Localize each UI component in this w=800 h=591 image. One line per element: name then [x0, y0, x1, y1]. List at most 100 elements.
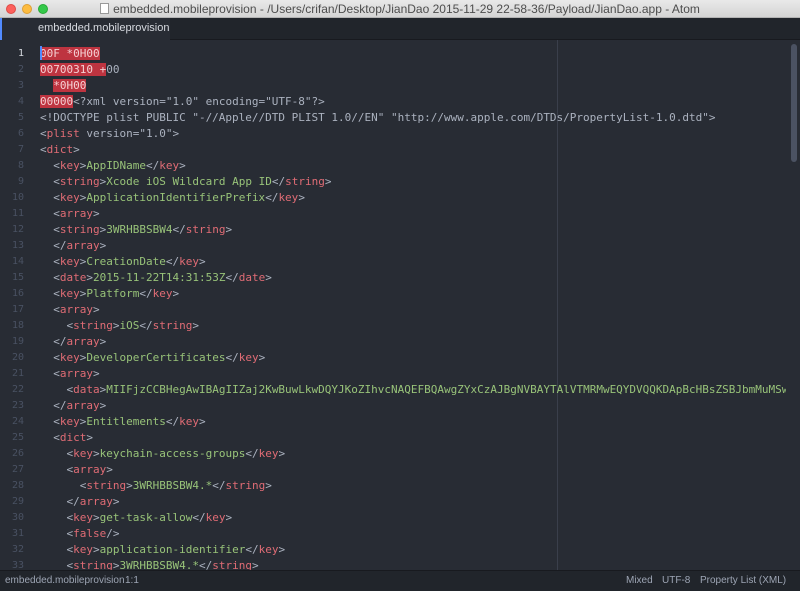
code-punctuation: < — [40, 159, 60, 172]
code-punctuation: > — [278, 447, 286, 460]
xml-tag-name: date — [59, 271, 87, 284]
code-line: <plist version="1.0"> — [40, 126, 179, 142]
code-line: <array> — [40, 302, 99, 318]
status-file-name[interactable]: embedded.mobileprovision — [5, 575, 125, 586]
vertical-scrollbar[interactable] — [786, 40, 800, 570]
code-punctuation: </ — [192, 511, 206, 524]
line-number: 31 — [11, 528, 24, 539]
code-line: <dict> — [40, 142, 80, 158]
line-number: 22 — [11, 384, 24, 395]
code-punctuation: < — [40, 143, 47, 156]
code-line: <array> — [40, 206, 100, 222]
document-icon — [100, 3, 110, 14]
editor-pane[interactable]: 1 2 3 4 5 6 7 8 9 10 11 12 13 14 15 16 17 18 19 20 21 22 23 24 2… — [0, 40, 800, 570]
code-punctuation: <!DOCTYPE plist PUBLIC "-//Apple//DTD PL… — [40, 111, 716, 124]
xml-tag-name: string — [212, 559, 252, 570]
xml-tag-name: dict — [46, 143, 74, 156]
scrollbar-thumb[interactable] — [791, 44, 797, 162]
status-cursor-position[interactable]: 1:1 — [125, 575, 139, 586]
tab-embedded-mobileprovision[interactable]: embedded.mobileprovision — [0, 18, 170, 40]
window-title-text: embedded.mobileprovision - /Users/crifan… — [113, 2, 700, 16]
code-punctuation: version="1.0"> — [79, 127, 180, 140]
code-line: </array> — [40, 334, 106, 350]
xml-tag-name: string — [86, 479, 127, 492]
code-punctuation: </ — [225, 271, 239, 284]
code-punctuation: > — [324, 175, 332, 188]
code-line: 00F *0H00 — [40, 46, 100, 62]
window-titlebar: embedded.mobileprovision - /Users/crifan… — [0, 0, 800, 18]
xml-text-value: application-identifier — [99, 543, 246, 556]
code-line: <false/> — [40, 526, 119, 542]
code-line: </array> — [40, 494, 119, 510]
code-punctuation: < — [40, 303, 60, 316]
code-line: <key>Entitlements</key> — [40, 414, 205, 430]
xml-text-value: CreationDate — [86, 255, 166, 268]
code-line: <!DOCTYPE plist PUBLIC "-//Apple//DTD PL… — [40, 110, 716, 126]
code-punctuation: < — [40, 383, 74, 396]
code-punctuation: < — [40, 463, 74, 476]
code-line: <date>2015-11-22T14:31:53Z</date> — [40, 270, 272, 286]
xml-tag-name: plist — [46, 127, 80, 140]
xml-text-value: 3WRHBBSBW4 — [106, 223, 173, 236]
binary-bytes: 00F *0H00 — [40, 47, 100, 60]
code-line: <string>Xcode iOS Wildcard App ID</strin… — [40, 174, 331, 190]
code-punctuation: </ — [40, 239, 67, 252]
xml-tag-name: string — [185, 223, 226, 236]
code-punctuation: < — [40, 127, 47, 140]
xml-tag-name: key — [258, 447, 279, 460]
code-punctuation: </ — [212, 479, 226, 492]
code-punctuation: < — [40, 271, 60, 284]
xml-tag-name: array — [59, 367, 93, 380]
code-punctuation: > — [86, 271, 93, 284]
line-number: 33 — [11, 560, 24, 570]
code-punctuation: < — [40, 255, 60, 268]
code-punctuation: </ — [40, 335, 67, 348]
line-number: 17 — [11, 304, 24, 315]
line-number: 27 — [11, 464, 24, 475]
line-number: 7 — [17, 144, 24, 155]
xml-text-value: 2015-11-22T14:31:53Z — [93, 271, 226, 284]
code-punctuation: > — [86, 431, 93, 444]
xml-tag-name: array — [59, 207, 93, 220]
xml-tag-name: date — [238, 271, 266, 284]
xml-tag-name: string — [73, 559, 113, 570]
line-number: 20 — [11, 352, 24, 363]
code-punctuation: < — [40, 287, 60, 300]
code-punctuation: </ — [245, 447, 259, 460]
xml-tag-name: key — [59, 415, 80, 428]
code-punctuation: </ — [225, 351, 239, 364]
code-punctuation: < — [40, 175, 60, 188]
code-punctuation: </ — [165, 415, 180, 428]
xml-text-value: 3WRHBBSBW4.* — [132, 479, 213, 492]
code-area[interactable]: 00F *0H00 00700310 +00 *0H00 00000<?xml ve… — [40, 40, 786, 570]
code-punctuation: > — [93, 207, 100, 220]
status-line-ending[interactable]: Mixed — [626, 575, 653, 586]
code-punctuation: > — [106, 463, 113, 476]
code-punctuation: < — [40, 431, 60, 444]
xml-tag-name: key — [59, 191, 80, 204]
xml-text-value: Platform — [86, 287, 140, 300]
line-number: 29 — [11, 496, 24, 507]
code-punctuation: > — [93, 543, 100, 556]
xml-tag-name: string — [152, 319, 193, 332]
code-line: 00000<?xml version="1.0" encoding="UTF-8… — [40, 94, 325, 110]
code-punctuation: < — [40, 207, 60, 220]
xml-tag-name: array — [59, 303, 93, 316]
xml-tag-name: array — [66, 399, 100, 412]
code-punctuation: > — [172, 287, 180, 300]
code-punctuation: 00 — [106, 63, 120, 76]
line-number-gutter[interactable]: 1 2 3 4 5 6 7 8 9 10 11 12 13 14 15 16 17 18 19 20 21 22 23 24 2… — [0, 40, 30, 570]
status-grammar[interactable]: Property List (XML) — [700, 575, 786, 586]
line-number: 21 — [11, 368, 24, 379]
xml-tag-name: key — [59, 255, 80, 268]
code-punctuation: < — [40, 479, 87, 492]
status-encoding[interactable]: UTF-8 — [662, 575, 690, 586]
xml-tag-name: key — [179, 255, 199, 268]
code-punctuation: </ — [139, 319, 153, 332]
line-number: 4 — [17, 96, 24, 107]
code-line: <key>get-task-allow</key> — [40, 510, 232, 526]
code-punctuation: </ — [198, 559, 213, 570]
xml-tag-name: array — [73, 463, 107, 476]
code-punctuation: > — [258, 351, 266, 364]
line-number: 2 — [17, 64, 24, 75]
